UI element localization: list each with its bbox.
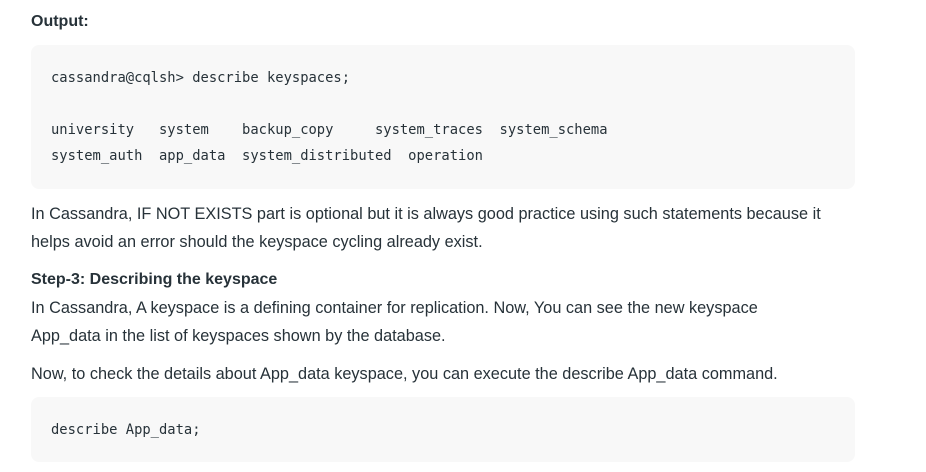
code-describe-line: describe App_data; [51, 422, 201, 438]
paragraph-if-not-exists: In Cassandra, IF NOT EXISTS part is opti… [31, 200, 891, 256]
step-3-heading: Step-3: Describing the keyspace [31, 271, 278, 288]
code-keyspace-row-1: university system backup_copy system_tra… [51, 122, 608, 138]
paragraph-line: In Cassandra, A keyspace is a defining c… [31, 299, 758, 317]
paragraph-line: helps avoid an error should the keyspace… [31, 233, 483, 251]
code-prompt-line: cassandra@cqlsh> describe keyspaces; [51, 70, 351, 86]
output-heading: Output: [31, 13, 89, 30]
paragraph-check-details: Now, to check the details about App_data… [31, 365, 778, 383]
paragraph-line: App_data in the list of keyspaces shown … [31, 327, 446, 345]
code-block-keyspaces: cassandra@cqlsh> describe keyspaces; uni… [31, 45, 855, 189]
paragraph-keyspace-definition: In Cassandra, A keyspace is a defining c… [31, 294, 891, 350]
paragraph-line: In Cassandra, IF NOT EXISTS part is opti… [31, 205, 821, 223]
code-block-describe: describe App_data; [31, 397, 855, 462]
code-keyspace-row-2: system_auth app_data system_distributed … [51, 148, 483, 164]
